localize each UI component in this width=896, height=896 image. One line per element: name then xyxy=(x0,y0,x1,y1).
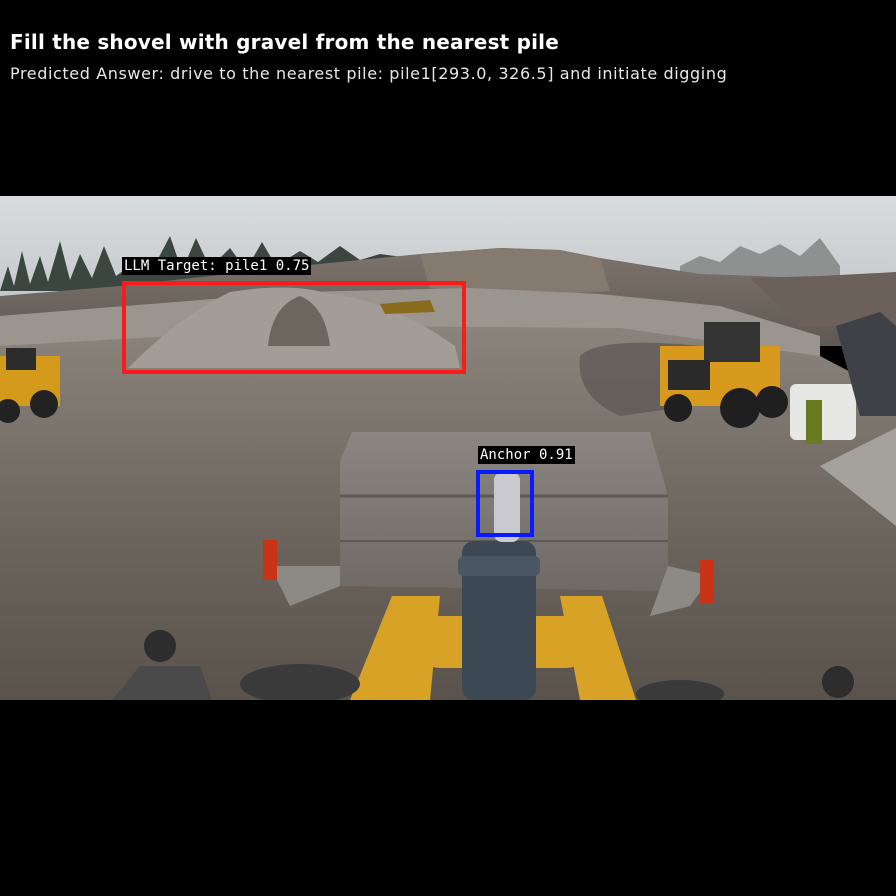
anchor-label: Anchor 0.91 xyxy=(478,446,575,464)
task-title: Fill the shovel with gravel from the nea… xyxy=(10,30,559,54)
llm-target-box xyxy=(122,281,466,374)
white-van xyxy=(790,384,856,440)
predicted-answer: Predicted Answer: drive to the nearest p… xyxy=(10,64,728,83)
anchor-box xyxy=(476,470,534,537)
llm-target-label: LLM Target: pile1 0.75 xyxy=(122,257,312,275)
